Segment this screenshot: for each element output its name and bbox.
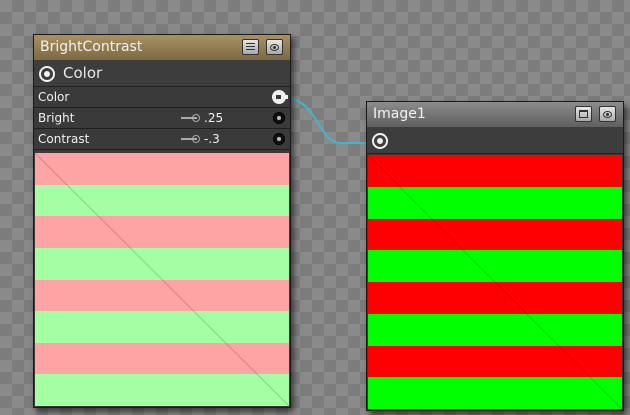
- output-eye-icon[interactable]: [372, 133, 388, 149]
- param-label: Color: [38, 90, 70, 104]
- output-row[interactable]: [367, 127, 623, 154]
- image1-titlebar[interactable]: Image1: [367, 102, 623, 127]
- param-label: Bright: [38, 111, 75, 125]
- brightcontrast-titlebar[interactable]: BrightContrast: [34, 35, 290, 60]
- key-icon[interactable]: [181, 135, 200, 143]
- param-value[interactable]: -.3: [204, 129, 220, 149]
- output-eye-icon[interactable]: [39, 66, 55, 82]
- image1-node[interactable]: Image1: [366, 101, 624, 411]
- window-icon[interactable]: [575, 106, 592, 122]
- node-title: Image1: [373, 106, 426, 122]
- param-label: Contrast: [38, 132, 90, 146]
- input-connector-icon[interactable]: [272, 90, 288, 104]
- visibility-eye-icon[interactable]: [266, 39, 283, 55]
- output-label: Color: [63, 64, 103, 82]
- visibility-eye-icon[interactable]: [599, 106, 616, 122]
- node-title: BrightContrast: [40, 39, 143, 55]
- param-row-bright[interactable]: Bright .25: [34, 108, 290, 129]
- preview-diagonal: [368, 155, 622, 409]
- output-row[interactable]: Color: [34, 60, 290, 87]
- param-value[interactable]: .25: [204, 108, 223, 128]
- connector-dot-icon[interactable]: [273, 112, 285, 124]
- preview-diagonal: [35, 153, 289, 406]
- image1-preview: [368, 155, 622, 409]
- connector-dot-icon[interactable]: [273, 133, 285, 145]
- key-icon[interactable]: [181, 114, 200, 122]
- list-menu-icon[interactable]: [242, 39, 259, 55]
- param-row-contrast[interactable]: Contrast -.3: [34, 129, 290, 150]
- brightcontrast-preview: [35, 153, 289, 406]
- param-row-color[interactable]: Color: [34, 87, 290, 108]
- brightcontrast-node[interactable]: BrightContrast Color Color Bright .25 Co…: [33, 34, 291, 408]
